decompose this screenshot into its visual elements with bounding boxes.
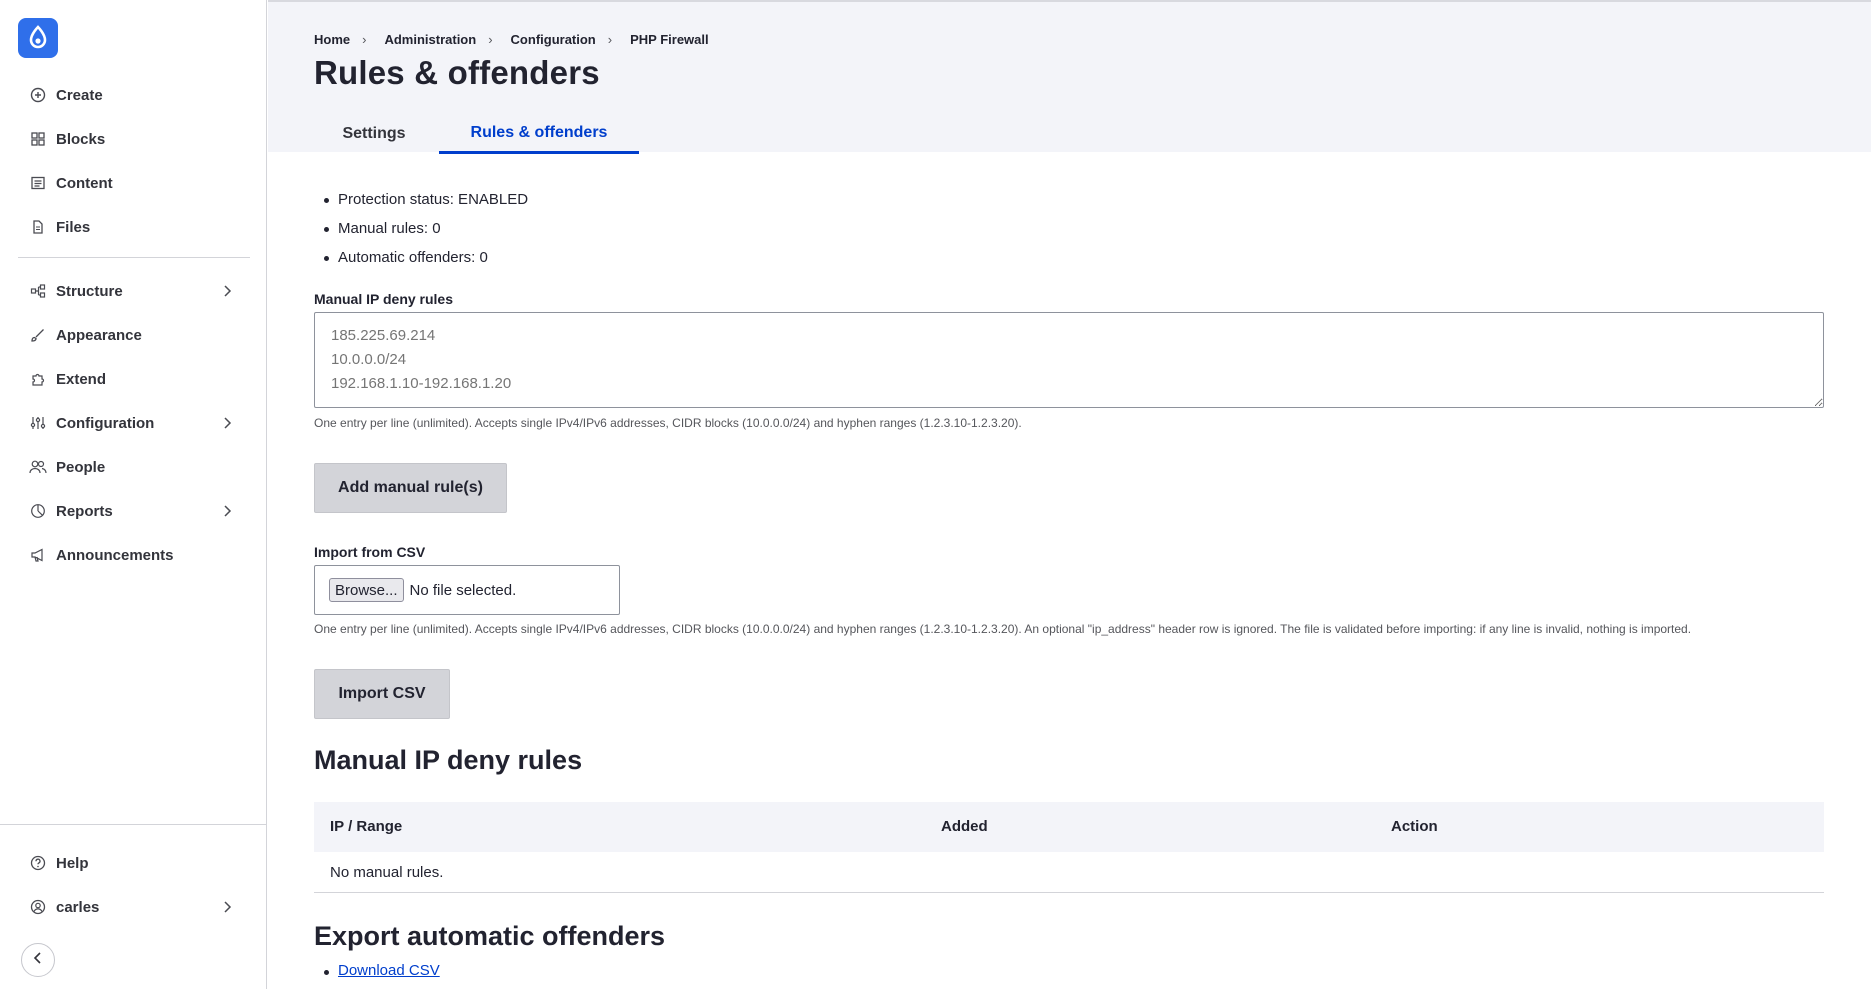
page-header: Home › Administration › Configuration › … xyxy=(268,0,1871,154)
sidebar-item-create[interactable]: Create xyxy=(18,77,250,113)
import-csv-help: One entry per line (unlimited). Accepts … xyxy=(314,622,1692,636)
status-list: Protection status: ENABLED Manual rules:… xyxy=(314,185,528,272)
sidebar-item-label: Files xyxy=(56,218,91,236)
sidebar-item-label: Help xyxy=(56,854,89,872)
sliders-icon xyxy=(28,413,48,433)
breadcrumb-php-firewall[interactable]: PHP Firewall xyxy=(630,32,709,47)
manual-rules-help: One entry per line (unlimited). Accepts … xyxy=(314,416,1022,430)
table-header: IP / Range Added Action xyxy=(314,802,1824,852)
sidebar: Create Blocks Content Files Structure Ap… xyxy=(0,0,267,989)
sidebar-item-label: Blocks xyxy=(56,130,106,148)
sidebar-divider xyxy=(0,824,266,825)
sidebar-item-reports[interactable]: Reports xyxy=(18,493,250,529)
drupal-logo-icon[interactable] xyxy=(18,18,58,58)
content-icon xyxy=(28,173,48,193)
sidebar-item-label: People xyxy=(56,458,106,476)
column-added: Added xyxy=(941,818,988,835)
brush-icon xyxy=(28,325,48,345)
download-csv-link[interactable]: Download CSV xyxy=(338,962,440,979)
list-item: Download CSV xyxy=(314,962,440,979)
chevron-right-icon xyxy=(218,898,236,916)
breadcrumb-home[interactable]: Home xyxy=(314,32,350,47)
sidebar-item-label: Configuration xyxy=(56,414,155,432)
megaphone-icon xyxy=(28,545,48,565)
csv-file-input[interactable]: Browse... No file selected. xyxy=(314,565,620,615)
tab-rules-offenders[interactable]: Rules & offenders xyxy=(439,114,639,154)
sidebar-divider xyxy=(18,257,250,258)
structure-icon xyxy=(28,281,48,301)
sidebar-item-label: Appearance xyxy=(56,326,142,344)
add-manual-rules-button[interactable]: Add manual rule(s) xyxy=(314,463,507,513)
chevron-right-icon xyxy=(218,282,236,300)
chevron-left-icon xyxy=(33,951,43,969)
protection-status: Protection status: ENABLED xyxy=(314,185,528,214)
sidebar-item-label: carles xyxy=(56,898,100,916)
table-row-empty: No manual rules. xyxy=(314,852,1824,893)
sidebar-item-extend[interactable]: Extend xyxy=(18,361,250,397)
manual-rules-count: Manual rules: 0 xyxy=(314,214,528,243)
sidebar-item-label: Extend xyxy=(56,370,107,388)
breadcrumb-separator-icon: › xyxy=(488,32,493,47)
sidebar-item-label: Reports xyxy=(56,502,113,520)
breadcrumb-configuration[interactable]: Configuration xyxy=(511,32,596,47)
breadcrumb-administration[interactable]: Administration xyxy=(384,32,476,47)
chevron-right-icon xyxy=(218,414,236,432)
breadcrumb-separator-icon: › xyxy=(362,32,367,47)
sidebar-item-appearance[interactable]: Appearance xyxy=(18,317,250,353)
manual-rules-textarea[interactable] xyxy=(314,312,1824,408)
column-action: Action xyxy=(1391,818,1438,835)
sidebar-item-announcements[interactable]: Announcements xyxy=(18,537,250,573)
sidebar-item-label: Create xyxy=(56,86,103,104)
browse-button[interactable]: Browse... xyxy=(329,578,404,602)
rules-table: IP / Range Added Action No manual rules. xyxy=(314,802,1824,893)
plus-circle-icon xyxy=(28,85,48,105)
column-ip-range: IP / Range xyxy=(330,818,403,835)
sidebar-item-content[interactable]: Content xyxy=(18,165,250,201)
sidebar-item-label: Announcements xyxy=(56,546,174,564)
sidebar-item-structure[interactable]: Structure xyxy=(18,273,250,309)
file-icon xyxy=(28,217,48,237)
export-heading: Export automatic offenders xyxy=(314,921,666,951)
breadcrumb: Home › Administration › Configuration › … xyxy=(314,32,709,47)
user-icon xyxy=(28,897,48,917)
sidebar-item-blocks[interactable]: Blocks xyxy=(18,121,250,157)
sidebar-item-label: Content xyxy=(56,174,113,192)
help-icon xyxy=(28,853,48,873)
import-csv-button[interactable]: Import CSV xyxy=(314,669,450,719)
blocks-icon xyxy=(28,129,48,149)
file-status: No file selected. xyxy=(409,581,517,599)
puzzle-icon xyxy=(28,369,48,389)
sidebar-item-label: Structure xyxy=(56,282,123,300)
import-csv-label: Import from CSV xyxy=(314,544,426,560)
page-title: Rules & offenders xyxy=(314,54,600,91)
people-icon xyxy=(28,457,48,477)
manual-rules-label: Manual IP deny rules xyxy=(314,291,454,307)
chart-icon xyxy=(28,501,48,521)
chevron-right-icon xyxy=(218,502,236,520)
sidebar-item-help[interactable]: Help xyxy=(18,845,250,881)
sidebar-item-people[interactable]: People xyxy=(18,449,250,485)
tab-settings[interactable]: Settings xyxy=(314,114,434,154)
sidebar-item-files[interactable]: Files xyxy=(18,209,250,245)
sidebar-item-user[interactable]: carles xyxy=(18,889,250,925)
automatic-offenders-count: Automatic offenders: 0 xyxy=(314,243,528,272)
sidebar-item-configuration[interactable]: Configuration xyxy=(18,405,250,441)
rules-table-heading: Manual IP deny rules xyxy=(314,745,583,775)
sidebar-collapse-button[interactable] xyxy=(21,943,55,977)
export-links: Download CSV xyxy=(314,962,440,979)
breadcrumb-separator-icon: › xyxy=(607,32,613,47)
